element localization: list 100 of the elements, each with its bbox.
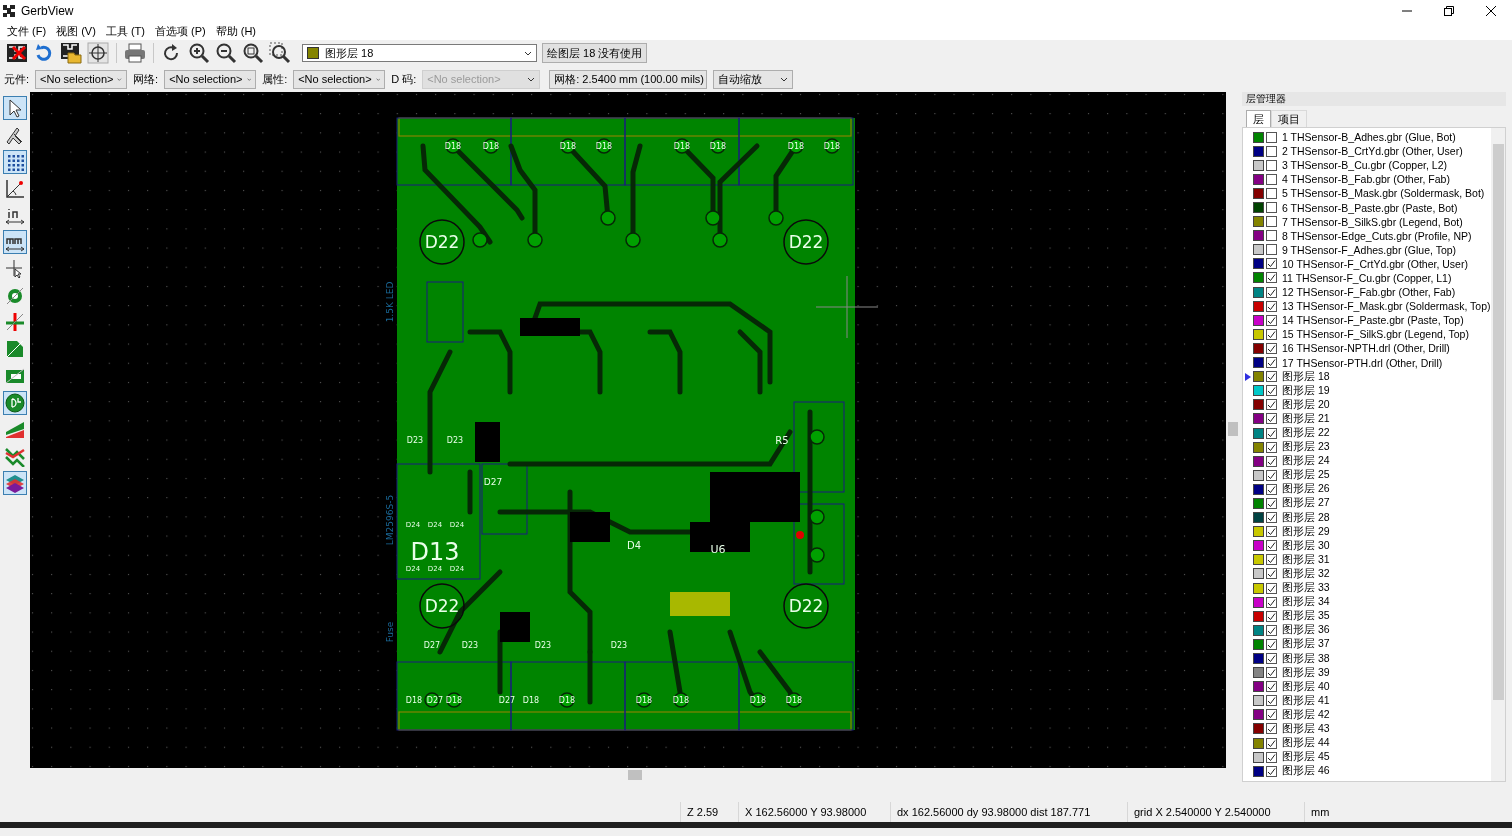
layer-visibility-checkbox[interactable] xyxy=(1266,202,1277,213)
filter-dropdown[interactable]: <No selection> xyxy=(35,69,128,89)
layer-name[interactable]: 图形层 18 xyxy=(1282,369,1330,384)
layer-visibility-checkbox[interactable] xyxy=(1266,610,1277,622)
restore-icon[interactable] xyxy=(1444,6,1454,16)
layer-color-swatch[interactable] xyxy=(1253,765,1264,777)
layer-color-swatch[interactable] xyxy=(1253,258,1264,270)
layer-visibility-checkbox[interactable] xyxy=(1266,737,1277,749)
layer-color-swatch[interactable] xyxy=(1253,667,1264,679)
layer-visibility-checkbox[interactable] xyxy=(1266,413,1277,425)
layer-name[interactable]: 11 THSensor-F_Cu.gbr (Copper, L1) xyxy=(1282,272,1452,284)
layer-name[interactable]: 图形层 37 xyxy=(1282,637,1330,652)
layer-name[interactable]: 图形层 33 xyxy=(1282,581,1330,596)
layer-visibility-checkbox[interactable] xyxy=(1266,638,1277,650)
layer-visibility-checkbox[interactable] xyxy=(1266,765,1277,777)
layer-visibility-checkbox[interactable] xyxy=(1266,357,1277,369)
layer-visibility-checkbox[interactable] xyxy=(1266,653,1277,664)
layer-color-swatch[interactable] xyxy=(1253,695,1264,707)
layer-visibility-checkbox[interactable] xyxy=(1266,230,1277,242)
layer-name[interactable]: 图形层 38 xyxy=(1282,651,1330,666)
layer-name[interactable]: 4 THSensor-B_Fab.gbr (Other, Fab) xyxy=(1282,173,1450,186)
layer-name[interactable]: 图形层 25 xyxy=(1282,468,1330,483)
layer-visibility-checkbox[interactable] xyxy=(1266,159,1277,171)
layer-color-swatch[interactable] xyxy=(1253,737,1264,749)
layer-color-swatch[interactable] xyxy=(1253,638,1264,650)
layer-name[interactable]: 图形层 46 xyxy=(1282,764,1330,779)
layer-visibility-checkbox[interactable] xyxy=(1266,216,1277,228)
menu-item[interactable]: 文件 (F) xyxy=(2,23,52,39)
layer-visibility-checkbox[interactable] xyxy=(1266,258,1277,270)
layer-color-swatch[interactable] xyxy=(1253,328,1264,340)
zoom-fit-icon[interactable] xyxy=(242,42,264,64)
folder-icon[interactable] xyxy=(60,42,82,64)
layer-visibility-checkbox[interactable] xyxy=(1266,596,1277,608)
layer-visibility-checkbox[interactable] xyxy=(1266,667,1277,679)
layer-visibility-checkbox[interactable] xyxy=(1266,314,1277,326)
zoom-dropdown[interactable]: 自动缩放 xyxy=(713,69,794,89)
layer-name[interactable]: 图形层 22 xyxy=(1282,426,1330,440)
layer-name[interactable]: 图形层 39 xyxy=(1282,665,1330,680)
layer-visibility-checkbox[interactable] xyxy=(1266,723,1277,735)
layer-color-swatch[interactable] xyxy=(1253,371,1264,383)
layer-visibility-checkbox[interactable] xyxy=(1266,512,1277,524)
layer-visibility-checkbox[interactable] xyxy=(1266,526,1277,538)
layer-visibility-checkbox[interactable] xyxy=(1266,244,1277,256)
layer-visibility-checkbox[interactable] xyxy=(1266,695,1277,707)
layer-name[interactable]: 图形层 42 xyxy=(1282,707,1330,722)
layer-color-swatch[interactable] xyxy=(1253,314,1264,326)
crosshair-icon[interactable] xyxy=(87,42,109,64)
layer-color-swatch[interactable] xyxy=(1253,173,1264,185)
layer-color-swatch[interactable] xyxy=(1253,413,1264,425)
dcode-tool[interactable] xyxy=(3,390,27,415)
layer-name[interactable]: 图形层 40 xyxy=(1282,679,1330,694)
layer-name[interactable]: 图形层 29 xyxy=(1282,524,1330,539)
layer-color-swatch[interactable] xyxy=(1253,159,1264,171)
layer-name[interactable]: 13 THSensor-F_Mask.gbr (Soldermask, Top) xyxy=(1282,300,1491,313)
layer-name[interactable]: 图形层 20 xyxy=(1282,397,1330,412)
layer-color-swatch[interactable] xyxy=(1253,512,1264,524)
menu-item[interactable]: 首选项 (P) xyxy=(149,23,211,39)
pointer-tool[interactable] xyxy=(3,96,27,120)
layer-color-swatch[interactable] xyxy=(1253,568,1264,580)
layer-visibility-checkbox[interactable] xyxy=(1266,399,1277,411)
layer-name[interactable]: 图形层 41 xyxy=(1282,693,1330,708)
layer-color-swatch[interactable] xyxy=(1253,709,1264,721)
layer-color-swatch[interactable] xyxy=(1253,216,1264,228)
layer-visibility-checkbox[interactable] xyxy=(1266,427,1277,439)
layer-color-swatch[interactable] xyxy=(1253,441,1264,453)
layer-color-swatch[interactable] xyxy=(1253,751,1264,763)
layer-color-swatch[interactable] xyxy=(1253,342,1264,354)
zoom-in-icon[interactable] xyxy=(188,42,210,64)
layer-dropdown[interactable]: 图形层 18 xyxy=(302,44,537,62)
layer-color-swatch[interactable] xyxy=(1253,230,1264,242)
delete-layers-icon[interactable] xyxy=(6,42,28,64)
layer-color-swatch[interactable] xyxy=(1253,624,1264,636)
layer-visibility-checkbox[interactable] xyxy=(1266,300,1277,312)
print-icon[interactable] xyxy=(124,42,146,64)
menu-item[interactable]: 帮助 (H) xyxy=(210,23,261,39)
layer-visibility-checkbox[interactable] xyxy=(1266,385,1277,397)
panel-tab[interactable]: 层 xyxy=(1246,110,1271,128)
layer-visibility-checkbox[interactable] xyxy=(1266,371,1277,383)
layer-visibility-checkbox[interactable] xyxy=(1266,441,1277,453)
layer-name[interactable]: 图形层 26 xyxy=(1282,482,1330,497)
layer-name[interactable]: 10 THSensor-F_CrtYd.gbr (Other, User) xyxy=(1282,257,1468,270)
layer-name[interactable]: 15 THSensor-F_SilkS.gbr (Legend, Top) xyxy=(1282,328,1469,341)
layer-visibility-checkbox[interactable] xyxy=(1266,145,1277,157)
layer-visibility-checkbox[interactable] xyxy=(1266,483,1277,495)
layer-visibility-checkbox[interactable] xyxy=(1266,455,1277,467)
layer-visibility-checkbox[interactable] xyxy=(1266,582,1277,594)
filter-dropdown[interactable]: <No selection> xyxy=(293,69,386,89)
layer-name[interactable]: 14 THSensor-F_Paste.gbr (Paste, Top) xyxy=(1282,314,1464,327)
layer-visibility-checkbox[interactable] xyxy=(1266,469,1277,481)
layer-name[interactable]: 图形层 27 xyxy=(1282,496,1330,511)
layer-color-swatch[interactable] xyxy=(1253,286,1264,298)
layer-visibility-checkbox[interactable] xyxy=(1266,173,1277,185)
layer-stack-tool[interactable] xyxy=(3,471,27,496)
layer-color-swatch[interactable] xyxy=(1253,610,1264,622)
layer-color-swatch[interactable] xyxy=(1253,399,1264,411)
layer-color-swatch[interactable] xyxy=(1253,554,1264,566)
layer-name[interactable]: 1 THSensor-B_Adhes.gbr (Glue, Bot) xyxy=(1282,131,1456,144)
layer-name[interactable]: 图形层 23 xyxy=(1282,440,1330,455)
layer-color-swatch[interactable] xyxy=(1253,498,1264,509)
zoom-area-icon[interactable] xyxy=(269,42,291,64)
